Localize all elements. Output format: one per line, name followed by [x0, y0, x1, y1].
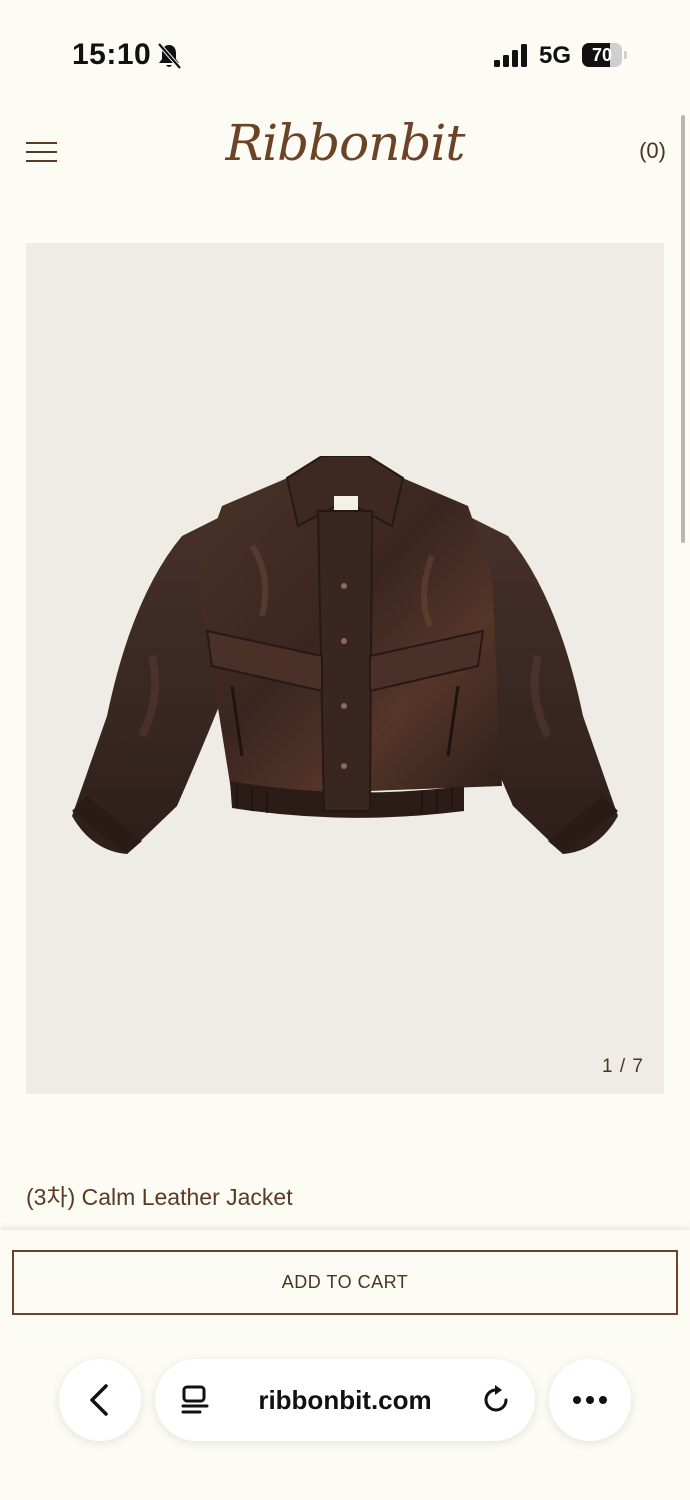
product-title: (3차) Calm Leather Jacket	[26, 1184, 293, 1210]
reader-mode-icon[interactable]	[180, 1385, 210, 1415]
brand-logo[interactable]: Ribbonbit	[200, 114, 490, 172]
bell-muted-icon	[157, 42, 182, 70]
more-options-button[interactable]	[549, 1359, 631, 1441]
more-icon	[573, 1396, 607, 1404]
reload-icon[interactable]	[482, 1385, 512, 1415]
site-header: Ribbonbit (0)	[0, 110, 690, 210]
leather-jacket-image	[72, 456, 618, 854]
url-text[interactable]: ribbonbit.com	[215, 1359, 475, 1441]
back-arrow-icon	[90, 1384, 108, 1416]
gallery-counter: 1 / 7	[602, 1056, 644, 1077]
status-bar: 15:10 5G 70	[0, 0, 690, 110]
scrollbar[interactable]	[681, 115, 685, 543]
network-label: 5G	[539, 42, 572, 69]
cart-count-link[interactable]: (0)	[639, 138, 666, 164]
add-to-cart-button[interactable]: ADD TO CART	[12, 1250, 678, 1315]
battery-icon: 70	[582, 43, 628, 67]
hamburger-menu-icon[interactable]	[26, 140, 57, 164]
back-button[interactable]	[59, 1359, 141, 1441]
product-image-gallery[interactable]: 1 / 7	[26, 243, 664, 1094]
signal-icon	[494, 44, 527, 67]
battery-level: 70	[591, 45, 613, 65]
status-time: 15:10	[72, 38, 152, 71]
address-bar[interactable]: ribbonbit.com	[155, 1359, 535, 1441]
